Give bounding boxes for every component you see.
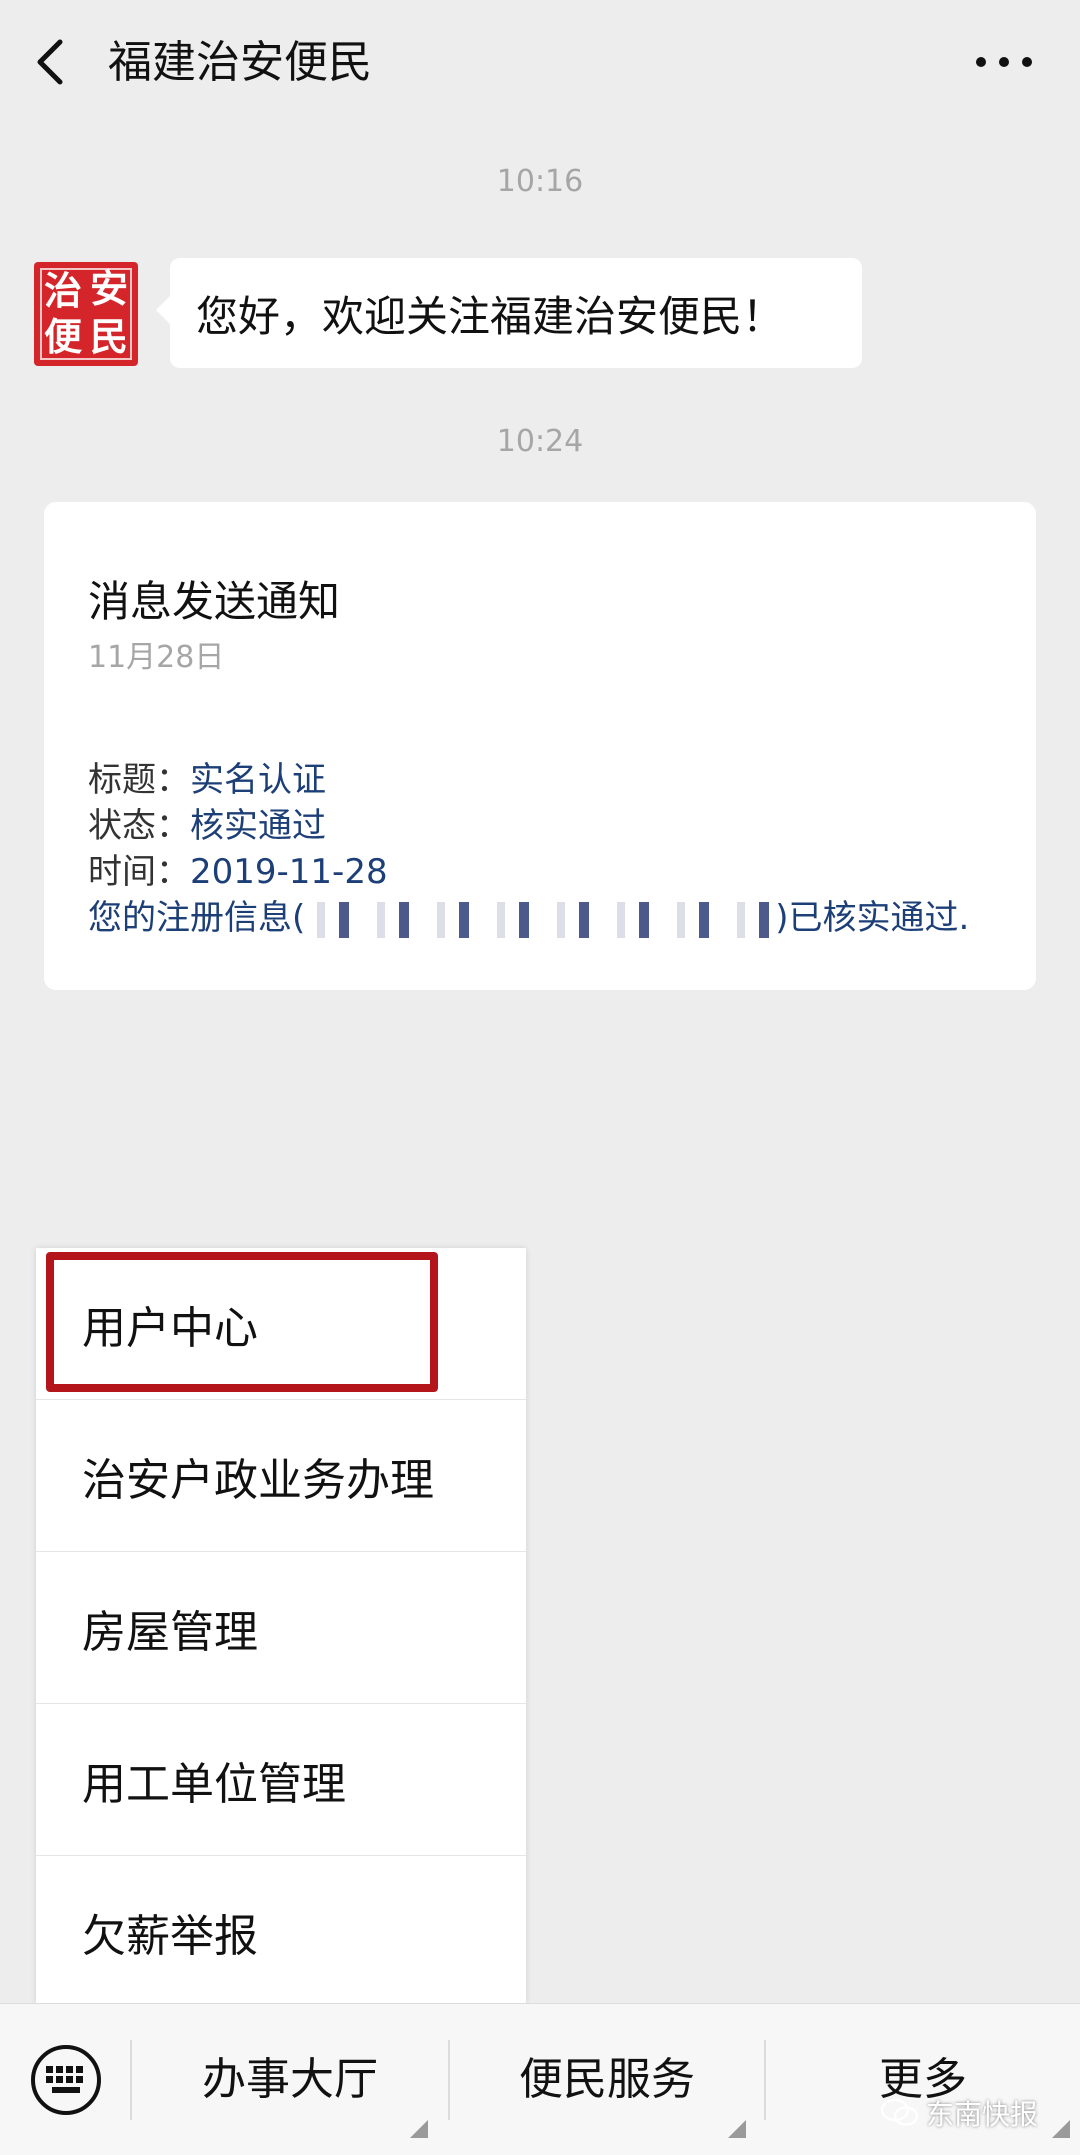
back-button[interactable] bbox=[28, 32, 78, 92]
menu-item-label: 用户中心 bbox=[82, 1302, 258, 1354]
tab-service-hall[interactable]: 办事大厅 bbox=[132, 2004, 448, 2155]
greeting-message-bubble[interactable]: 您好，欢迎关注福建治安便民！ bbox=[156, 258, 862, 368]
row-value: 2019-11-28 bbox=[190, 852, 388, 892]
menu-item-housing[interactable]: 房屋管理 bbox=[36, 1552, 526, 1704]
message-suffix: )已核实通过. bbox=[775, 898, 970, 938]
tab-convenience-service[interactable]: 便民服务 bbox=[450, 2004, 764, 2155]
more-options-button[interactable] bbox=[976, 46, 1032, 78]
tab-label: 便民服务 bbox=[519, 2054, 695, 2105]
page-title: 福建治安便民 bbox=[108, 37, 372, 88]
row-value: 实名认证 bbox=[190, 760, 326, 800]
submenu-indicator-icon bbox=[728, 2120, 746, 2138]
row-value: 核实通过 bbox=[190, 806, 326, 846]
avatar-char: 治 bbox=[43, 268, 82, 313]
avatar[interactable]: 治 安 便 民 bbox=[34, 262, 138, 366]
menu-item-label: 治安户政业务办理 bbox=[82, 1454, 434, 1506]
keyboard-icon bbox=[31, 2045, 101, 2115]
row-label: 状态： bbox=[88, 806, 190, 846]
chevron-left-icon bbox=[37, 39, 63, 85]
row-label: 时间： bbox=[88, 852, 190, 892]
watermark-text: 东南快报 bbox=[926, 2098, 1039, 2131]
more-dot-icon bbox=[999, 57, 1009, 67]
tab-label: 办事大厅 bbox=[202, 2054, 378, 2105]
top-bar: 福建治安便民 bbox=[0, 0, 1080, 124]
keyboard-toggle-button[interactable] bbox=[28, 2042, 104, 2118]
wechat-logo-icon bbox=[880, 2098, 919, 2126]
timestamp: 10:16 bbox=[496, 164, 584, 199]
menu-item-user-center[interactable]: 用户中心 bbox=[36, 1248, 526, 1400]
avatar-char: 民 bbox=[89, 314, 128, 359]
timestamp: 10:24 bbox=[496, 424, 584, 459]
card-message: 您的注册信息( )已核实通过. bbox=[88, 890, 969, 939]
avatar-char: 便 bbox=[43, 314, 82, 359]
menu-item-employer[interactable]: 用工单位管理 bbox=[36, 1704, 526, 1856]
menu-item-label: 欠薪举报 bbox=[82, 1911, 258, 1962]
notification-card[interactable]: 消息发送通知 11月28日 标题：实名认证 状态：核实通过 时间：2019-11… bbox=[44, 502, 1036, 990]
menu-item-public-security[interactable]: 治安户政业务办理 bbox=[36, 1400, 526, 1552]
card-date: 11月28日 bbox=[88, 640, 225, 675]
more-dot-icon bbox=[1022, 57, 1032, 67]
redacted-info bbox=[305, 901, 776, 938]
message-prefix: 您的注册信息( bbox=[88, 898, 306, 938]
more-dot-icon bbox=[976, 57, 986, 67]
service-submenu: 用户中心 治安户政业务办理 房屋管理 用工单位管理 欠薪举报 bbox=[36, 1248, 526, 2004]
card-row-time: 时间：2019-11-28 bbox=[88, 844, 388, 893]
menu-item-wage-report[interactable]: 欠薪举报 bbox=[36, 1856, 526, 2008]
menu-item-label: 房屋管理 bbox=[82, 1606, 258, 1658]
card-row-status: 状态：核实通过 bbox=[88, 798, 326, 847]
card-row-title: 标题：实名认证 bbox=[88, 752, 326, 801]
submenu-indicator-icon bbox=[410, 2120, 428, 2138]
menu-item-label: 用工单位管理 bbox=[82, 1758, 346, 1810]
card-title: 消息发送通知 bbox=[88, 577, 341, 626]
avatar-char: 安 bbox=[89, 266, 128, 311]
greeting-text: 您好，欢迎关注福建治安便民！ bbox=[196, 291, 785, 341]
watermark: 东南快报 bbox=[880, 2092, 1070, 2134]
row-label: 标题： bbox=[88, 760, 190, 800]
